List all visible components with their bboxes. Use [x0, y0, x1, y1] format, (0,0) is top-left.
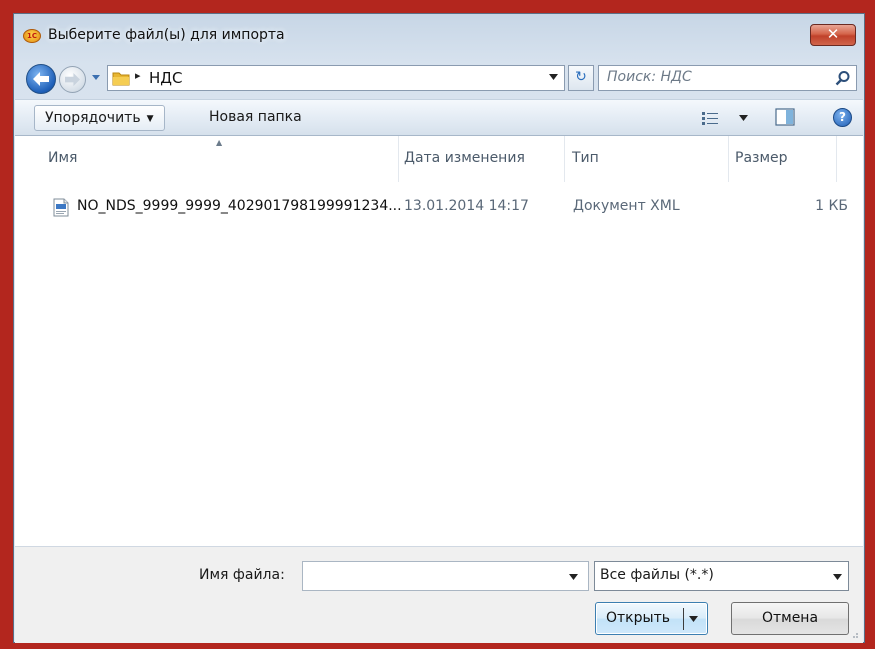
organize-button[interactable]: Упорядочить ▼: [34, 105, 165, 131]
close-button[interactable]: ✕: [810, 24, 856, 46]
file-size: 1 КБ: [815, 198, 848, 214]
file-type-filter-value: Все файлы (*.*): [600, 567, 714, 583]
cancel-button[interactable]: Отмена: [731, 602, 849, 635]
search-placeholder: Поиск: НДС: [607, 69, 692, 85]
dialog-title: Выберите файл(ы) для импорта: [48, 27, 285, 43]
organize-label: Упорядочить: [45, 110, 141, 126]
view-options-dropdown-icon[interactable]: [739, 115, 748, 121]
filename-history-dropdown-icon[interactable]: [569, 574, 578, 580]
arrow-left-icon: [33, 72, 49, 86]
open-button-split-divider: [683, 608, 684, 630]
app-1c-icon: 1С: [23, 29, 41, 43]
breadcrumb-current-folder[interactable]: НДС: [149, 69, 182, 87]
file-name: NO_NDS_9999_9999_40290179819999123­4...: [77, 198, 402, 214]
address-dropdown-icon[interactable]: [549, 74, 558, 80]
column-divider[interactable]: [836, 136, 837, 182]
preview-pane-icon[interactable]: [775, 108, 795, 126]
file-type: Документ XML: [573, 198, 680, 214]
address-bar[interactable]: ▸ НДС: [107, 65, 565, 91]
chevron-down-icon: ▼: [146, 114, 154, 124]
filename-label: Имя файла:: [199, 567, 285, 583]
file-list[interactable]: ▲ Имя Дата изменения Тип Размер NO_NDS_9…: [15, 136, 863, 546]
xml-file-icon: [53, 198, 69, 217]
column-divider[interactable]: [398, 136, 399, 182]
resize-grip-icon[interactable]: [849, 629, 859, 639]
recent-locations-dropdown-icon[interactable]: [91, 72, 101, 82]
column-header-type[interactable]: Тип: [572, 150, 599, 166]
folder-icon: [112, 72, 130, 86]
column-header-row: ▲ Имя Дата изменения Тип Размер: [15, 136, 863, 182]
column-header-name[interactable]: Имя: [48, 150, 77, 166]
new-folder-button[interactable]: Новая папка: [209, 109, 302, 125]
change-view-icon[interactable]: [701, 110, 719, 126]
bottom-panel: Имя файла: Все файлы (*.*) Открыть Отмен…: [15, 546, 863, 643]
search-box[interactable]: Поиск: НДС: [598, 65, 857, 91]
breadcrumb-separator: ▸: [135, 69, 141, 82]
sort-ascending-icon: ▲: [216, 138, 223, 147]
open-button-label: Открыть: [606, 610, 670, 626]
open-button[interactable]: Открыть: [595, 602, 708, 635]
command-bar: Упорядочить ▼ Новая папка ?: [15, 99, 863, 136]
refresh-button[interactable]: ↻: [568, 65, 594, 91]
file-row[interactable]: NO_NDS_9999_9999_40290179819999123­4... …: [48, 196, 848, 220]
chevron-down-icon: [833, 574, 842, 580]
forward-button[interactable]: [59, 66, 86, 93]
filename-input[interactable]: [302, 561, 589, 591]
title-bar[interactable]: 1С Выберите файл(ы) для импорта ✕: [14, 14, 864, 54]
back-button[interactable]: [26, 64, 56, 94]
file-type-filter-select[interactable]: Все файлы (*.*): [594, 561, 849, 591]
file-open-dialog: 1С Выберите файл(ы) для импорта ✕ ▸ НДС …: [13, 13, 865, 643]
file-date-modified: 13.01.2014 14:17: [404, 198, 529, 214]
arrow-right-icon: [65, 72, 80, 87]
open-options-dropdown-icon[interactable]: [689, 616, 698, 622]
column-header-size[interactable]: Размер: [735, 150, 788, 166]
column-divider[interactable]: [564, 136, 565, 182]
column-header-date[interactable]: Дата изменения: [404, 150, 525, 166]
search-icon[interactable]: [835, 70, 851, 86]
help-icon[interactable]: ?: [833, 108, 852, 127]
column-divider[interactable]: [728, 136, 729, 182]
